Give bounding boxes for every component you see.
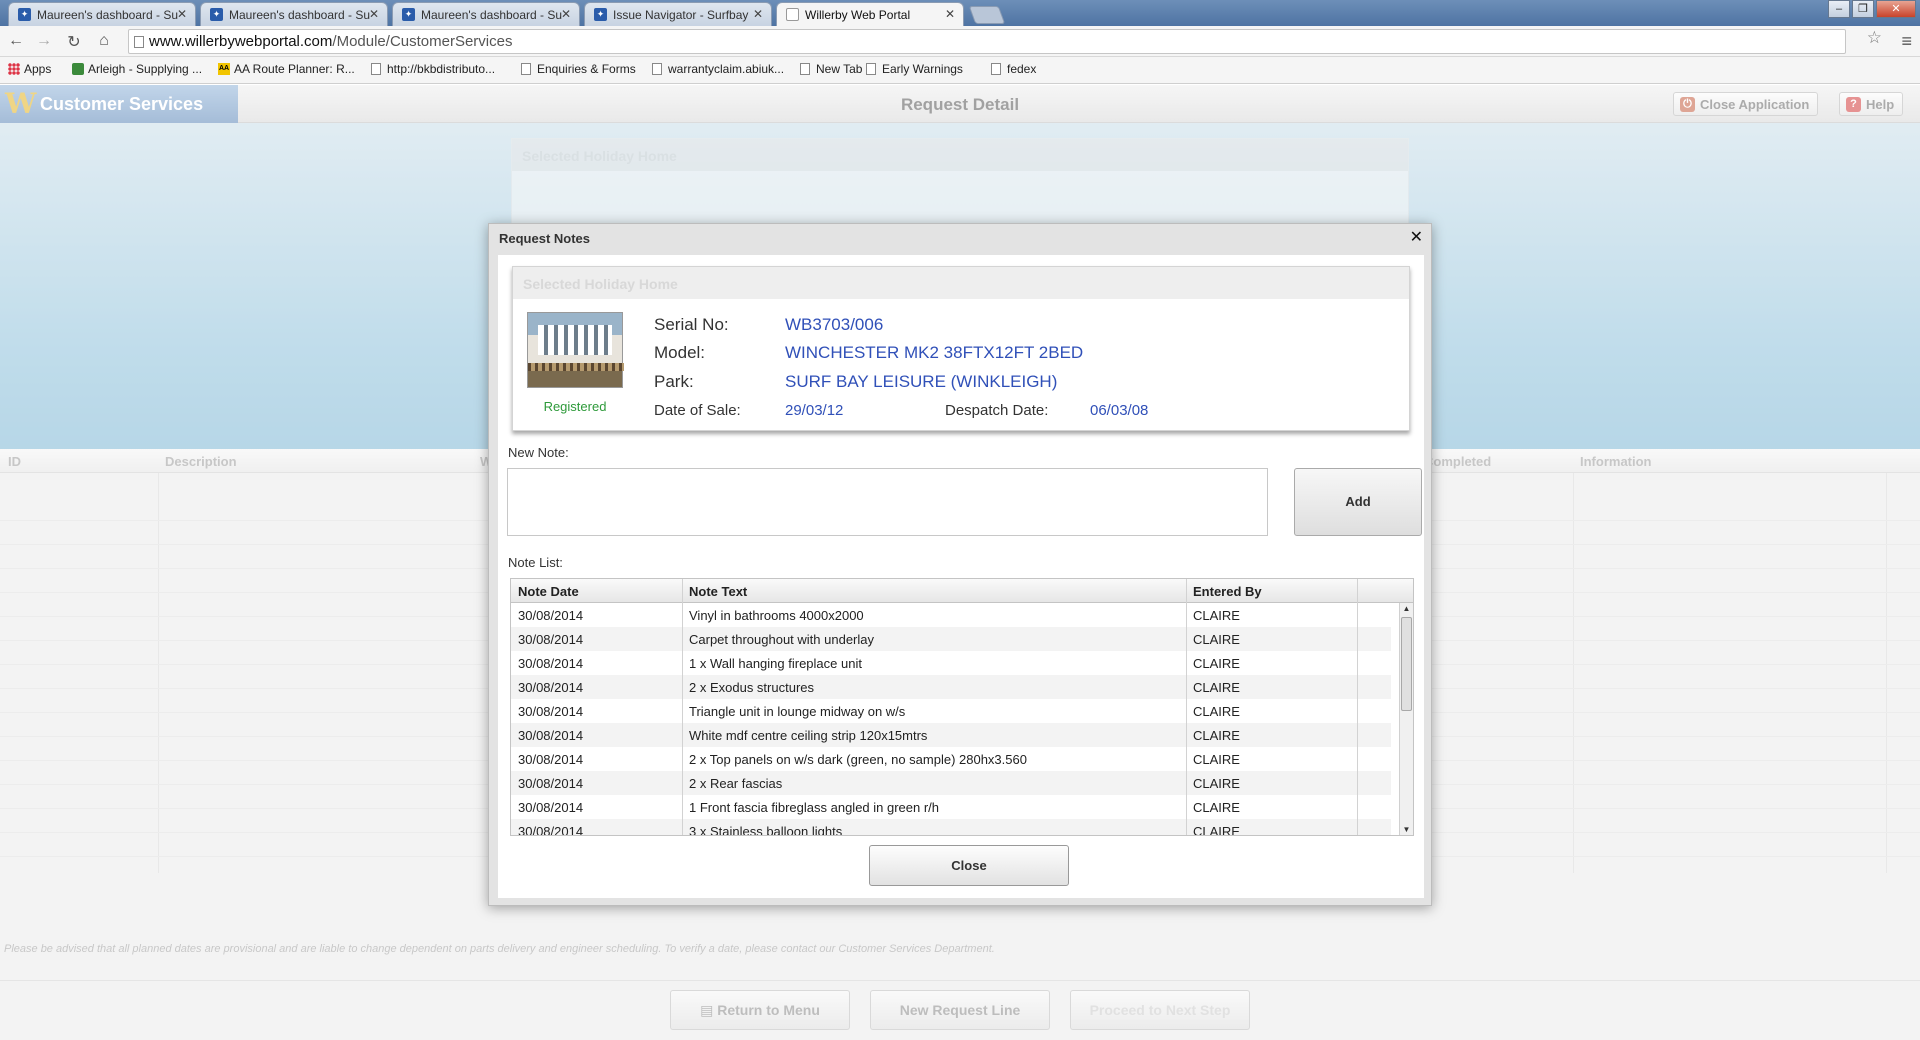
browser-tab[interactable]: ✦ Maureen's dashboard - Su ✕: [8, 2, 196, 26]
table-row[interactable]: 30/08/2014 Carpet throughout with underla…: [511, 627, 1391, 651]
close-tab-icon[interactable]: ✕: [753, 7, 763, 21]
column-divider: [682, 579, 683, 835]
page-icon: [786, 8, 799, 21]
table-row[interactable]: 30/08/2014 2 x Top panels on w/s dark (gr…: [511, 747, 1391, 771]
table-row[interactable]: 30/08/2014 White mdf centre ceiling strip…: [511, 723, 1391, 747]
bookmark-arleigh[interactable]: Arleigh - Supplying ...: [72, 62, 202, 76]
close-tab-icon[interactable]: ✕: [561, 7, 571, 21]
page-icon: [521, 63, 531, 75]
table-row[interactable]: 30/08/2014 3 x Stainless balloon lights CL…: [511, 819, 1391, 835]
page-icon: [652, 63, 662, 75]
browser-tab-strip: ✦ Maureen's dashboard - Su ✕ ✦ Maureen's da…: [0, 0, 1920, 26]
reload-icon[interactable]: ↻: [64, 32, 84, 52]
aa-icon: AA: [218, 63, 230, 75]
browser-toolbar: ← → ↻ ⌂ www.willerbywebportal.com/Module…: [0, 26, 1920, 57]
dialog-title: Request Notes: [499, 231, 591, 246]
column-header-note-text[interactable]: Note Text: [689, 584, 747, 599]
table-row[interactable]: 30/08/2014 2 x Exodus structures CLAIRE: [511, 675, 1391, 699]
jira-icon: ✦: [210, 8, 223, 21]
browser-tab[interactable]: ✦ Issue Navigator - Surfbay ✕: [584, 2, 772, 26]
close-icon[interactable]: ✕: [1410, 227, 1423, 247]
new-note-field[interactable]: [507, 468, 1268, 536]
table-row[interactable]: 30/08/2014 Vinyl in bathrooms 4000x2000 CL…: [511, 603, 1391, 627]
despatch-date-value: 06/03/08: [1090, 402, 1149, 419]
dialog-body: Selected Holiday Home Registered Serial …: [498, 255, 1424, 898]
despatch-date-label: Despatch Date:: [945, 402, 1049, 419]
page-icon: [800, 63, 810, 75]
page-icon: [991, 63, 1001, 75]
serial-label: Serial No:: [654, 315, 729, 334]
minimize-icon[interactable]: –: [1828, 0, 1850, 18]
holiday-home-photo: [527, 312, 624, 388]
model-value: WINCHESTER MK2 38FTX12FT 2BED: [785, 343, 1084, 362]
new-tab-button[interactable]: [968, 6, 1006, 24]
jira-icon: ✦: [402, 8, 415, 21]
close-tab-icon[interactable]: ✕: [369, 7, 379, 21]
home-icon[interactable]: ⌂: [94, 32, 114, 50]
browser-menu-icon[interactable]: ≡: [1901, 31, 1912, 52]
model-label: Model:: [654, 343, 706, 362]
bookmark-bkb[interactable]: http://bkbdistributo...: [371, 62, 495, 76]
bookmark-fedex[interactable]: fedex: [991, 62, 1036, 76]
date-of-sale-label: Date of Sale:: [654, 402, 741, 419]
close-tab-icon[interactable]: ✕: [177, 7, 187, 21]
jira-icon: ✦: [594, 8, 607, 21]
jira-icon: ✦: [18, 8, 31, 21]
park-label: Park:: [654, 372, 694, 391]
column-header-note-date[interactable]: Note Date: [518, 584, 579, 599]
bookmark-warrantyclaim[interactable]: warrantyclaim.abiuk...: [652, 62, 784, 76]
note-list-table: Note Date Note Text Entered By 30/08/201…: [510, 578, 1414, 836]
back-icon[interactable]: ←: [6, 32, 26, 50]
browser-tab[interactable]: ✦ Maureen's dashboard - Su ✕: [200, 2, 388, 26]
bookmarks-bar: Apps Arleigh - Supplying ... AA AA Route …: [0, 57, 1920, 84]
column-header-entered-by[interactable]: Entered By: [1193, 584, 1262, 599]
park-value: SURF BAY LEISURE (WINKLEIGH): [785, 372, 1058, 391]
close-button[interactable]: Close: [869, 845, 1069, 886]
request-notes-dialog: Request Notes ✕ Selected Holiday Home Re…: [488, 223, 1432, 906]
date-of-sale-value: 29/03/12: [785, 402, 844, 419]
serial-value: WB3703/006: [785, 315, 884, 334]
close-tab-icon[interactable]: ✕: [945, 7, 955, 21]
table-row[interactable]: 30/08/2014 Triangle unit in lounge midway…: [511, 699, 1391, 723]
column-divider: [1357, 579, 1358, 835]
apps-grid-icon: [8, 63, 20, 75]
scroll-down-icon[interactable]: ▼: [1400, 824, 1413, 835]
browser-tab[interactable]: ✦ Maureen's dashboard - Su ✕: [392, 2, 580, 26]
bookmark-early-warnings[interactable]: Early Warnings: [866, 62, 963, 76]
window-close-icon[interactable]: ✕: [1876, 0, 1916, 18]
note-list-label: Note List:: [508, 555, 563, 570]
column-divider: [1186, 579, 1187, 835]
window-controls: – ❐ ✕: [1826, 0, 1916, 18]
browser-tab-active[interactable]: Willerby Web Portal ✕: [776, 2, 964, 26]
selected-holiday-home-card: Selected Holiday Home Registered Serial …: [512, 266, 1410, 431]
table-row[interactable]: 30/08/2014 1 x Wall hanging fireplace uni…: [511, 651, 1391, 675]
bookmark-enquiries[interactable]: Enquiries & Forms: [521, 62, 636, 76]
scroll-up-icon[interactable]: ▲: [1400, 603, 1413, 615]
bookmark-star-icon[interactable]: ☆: [1867, 28, 1882, 48]
table-row[interactable]: 30/08/2014 1 Front fascia fibreglass angl…: [511, 795, 1391, 819]
page-icon: [134, 36, 144, 48]
new-note-label: New Note:: [508, 445, 569, 460]
bookmark-aa-route-planner[interactable]: AA AA Route Planner: R...: [218, 62, 355, 76]
scroll-thumb[interactable]: [1401, 617, 1412, 711]
site-icon: [72, 63, 84, 75]
address-bar[interactable]: www.willerbywebportal.com/Module/Custome…: [128, 29, 1846, 54]
note-list-scrollbar[interactable]: ▲ ▼: [1399, 603, 1413, 835]
page-icon: [866, 63, 876, 75]
add-note-button[interactable]: Add: [1294, 468, 1422, 536]
table-row[interactable]: 30/08/2014 2 x Rear fascias CLAIRE: [511, 771, 1391, 795]
status-badge: Registered: [543, 399, 607, 414]
bookmark-new-tab[interactable]: New Tab: [800, 62, 862, 76]
page-icon: [371, 63, 381, 75]
bookmark-apps[interactable]: Apps: [8, 62, 51, 76]
maximize-icon[interactable]: ❐: [1852, 0, 1874, 18]
card-title: Selected Holiday Home: [513, 267, 1409, 299]
table-header: Note Date Note Text Entered By: [511, 579, 1413, 603]
forward-icon[interactable]: →: [34, 32, 54, 50]
